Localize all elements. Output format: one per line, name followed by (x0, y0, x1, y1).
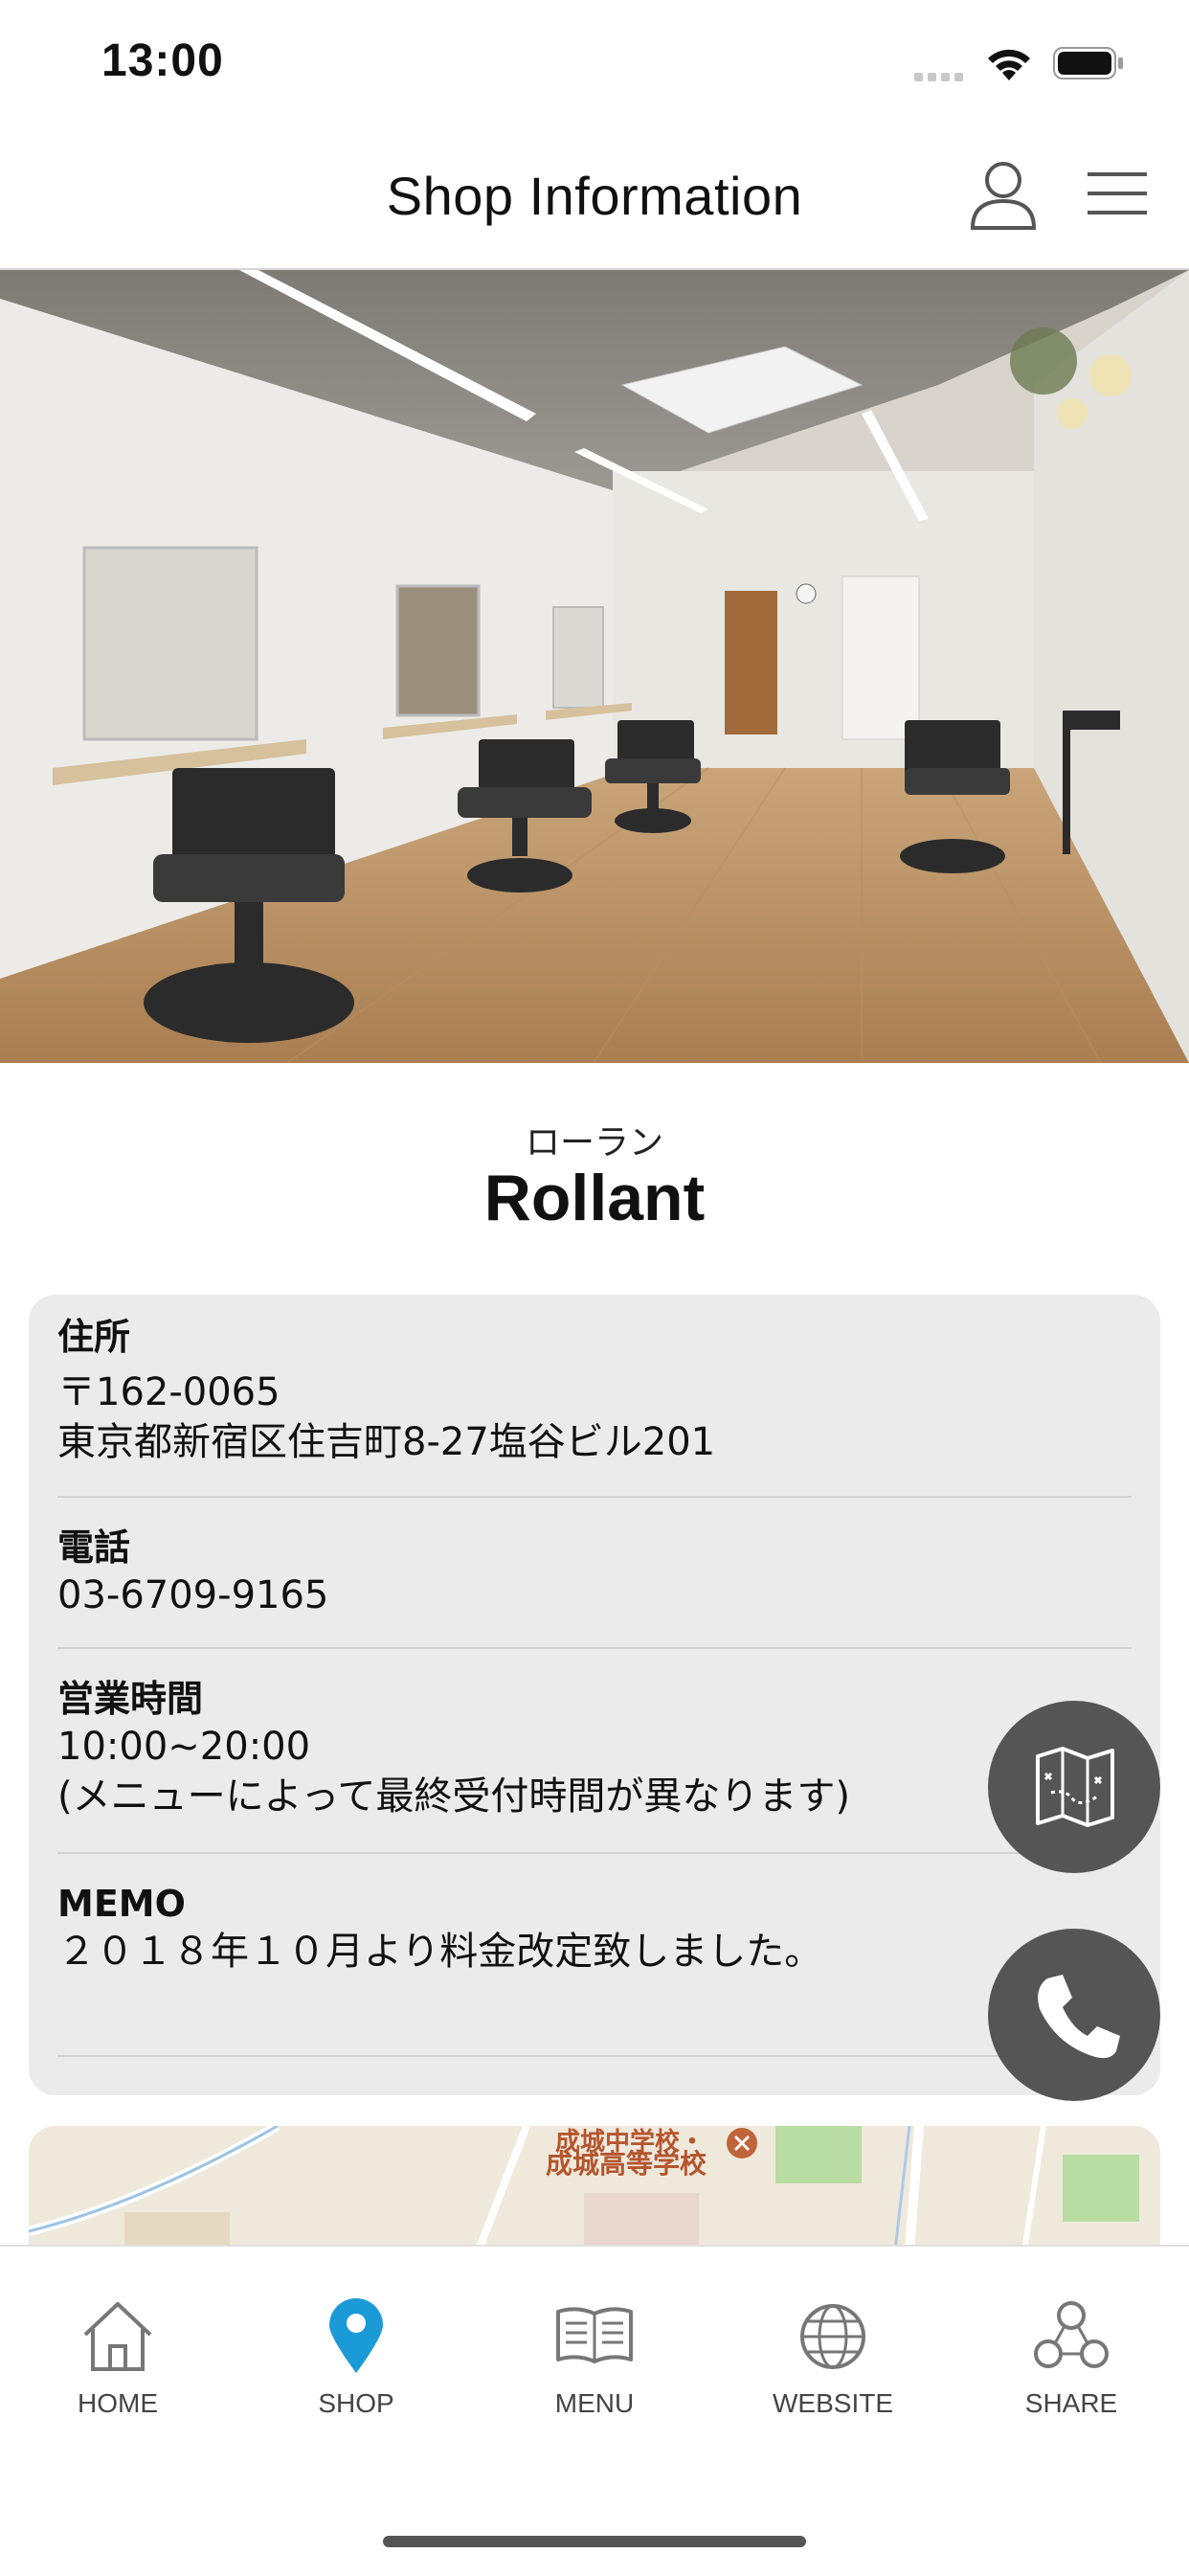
tab-label: SHOP (318, 2388, 394, 2418)
map-label: 成城高等学校 (546, 2148, 707, 2180)
address-section: 住所 〒162-0065 東京都新宿区住吉町8-27塩谷ビル201 (57, 1314, 1132, 1467)
street-address: 東京都新宿区住吉町8-27塩谷ビル201 (57, 1420, 716, 1464)
tab-website[interactable]: WEBSITE (737, 2294, 929, 2448)
globe-icon (800, 2304, 865, 2369)
tab-label: WEBSITE (772, 2388, 893, 2418)
phone-icon (1038, 1975, 1120, 2059)
map-icon (1036, 1747, 1114, 1827)
shop-map[interactable]: 成城中学校・ 成城高等学校 (29, 2126, 1160, 2250)
person-outline-icon[interactable] (965, 157, 1042, 234)
shop-name: Rollant (483, 1162, 706, 1234)
phone-number[interactable]: 03-6709-9165 (57, 1570, 1132, 1620)
book-icon (556, 2307, 633, 2363)
wifi-icon (988, 49, 1030, 80)
divider (57, 1852, 1132, 1854)
house-icon (83, 2302, 152, 2371)
tab-label: HOME (78, 2388, 158, 2418)
phone-label: 電話 (57, 1526, 131, 1569)
postal-code: 〒162-0065 (57, 1370, 280, 1414)
map-button[interactable] (988, 1701, 1160, 1873)
status-bar: 13:00 (0, 0, 1189, 124)
divider (57, 1647, 1132, 1649)
tab-bar: HOME SHOP MENU WEBSITE SHARE (0, 2245, 1189, 2576)
hours-label: 営業時間 (57, 1678, 204, 1720)
tab-menu[interactable]: MENU (499, 2294, 690, 2448)
map-pin-icon (329, 2298, 383, 2373)
memo-section: MEMO ２０１８年１０月より料金改定致しました。 (57, 1881, 1132, 1977)
share-nodes-icon (1034, 2301, 1109, 2368)
phone-section: 電話 03-6709-9165 (57, 1525, 1132, 1620)
memo-text: ２０１８年１０月より料金改定致しました。 (57, 1930, 823, 1974)
shop-name-kana: ローラン (525, 1123, 663, 1163)
home-indicator[interactable] (383, 2536, 806, 2547)
hours-note: (メニューによって最終受付時間が異なります) (57, 1774, 851, 1819)
tab-label: MENU (554, 2388, 635, 2418)
cellular-signal-icon (914, 67, 968, 81)
nav-header: Shop Information (0, 124, 1189, 270)
status-time: 13:00 (101, 35, 224, 86)
divider (57, 1496, 1132, 1498)
tab-home[interactable]: HOME (22, 2294, 213, 2448)
memo-label: MEMO (57, 1883, 186, 1925)
hamburger-menu-icon[interactable] (1084, 163, 1151, 224)
tab-shop[interactable]: SHOP (260, 2294, 452, 2448)
hours-section: 営業時間 10:00~20:00 (メニューによって最終受付時間が異なります) (57, 1676, 1132, 1821)
tab-label: SHARE (1024, 2388, 1118, 2418)
call-button[interactable] (988, 1929, 1160, 2101)
divider (57, 2055, 1132, 2057)
address-label: 住所 (57, 1316, 131, 1358)
battery-icon (1053, 47, 1123, 79)
tab-share[interactable]: SHARE (976, 2294, 1167, 2448)
shop-interior-photo (0, 270, 1189, 1063)
hours-time: 10:00~20:00 (57, 1725, 311, 1769)
